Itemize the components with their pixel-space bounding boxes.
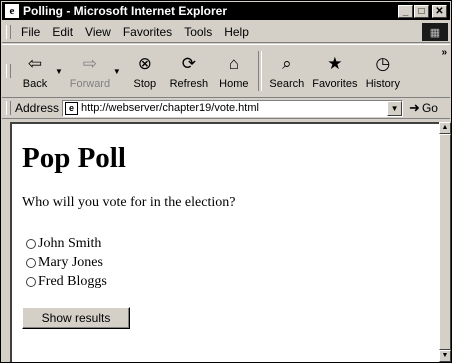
go-button[interactable]: ➜ Go <box>409 100 438 116</box>
address-url[interactable]: http://webserver/chapter19/vote.html <box>81 102 387 114</box>
option-label[interactable]: Mary Jones <box>38 255 103 271</box>
favorites-label: Favorites <box>312 77 358 90</box>
toolbar: ⇦ Back ▼ ⇨ Forward ▼ ⊗ Stop ⟳ Refresh ⌂ … <box>2 44 450 98</box>
home-icon: ⌂ <box>228 53 239 73</box>
favorites-icon: ★ <box>327 53 343 73</box>
poll-question: Who will you vote for in the election? <box>22 195 236 210</box>
option-label[interactable]: Fred Bloggs <box>38 274 107 290</box>
search-label: Search <box>269 77 305 90</box>
page-title: Pop Poll <box>22 142 126 174</box>
refresh-button[interactable]: ⟳ Refresh <box>165 48 213 94</box>
address-dropdown-button[interactable]: ▼ <box>387 100 403 116</box>
menu-favorites[interactable]: Favorites <box>117 25 178 39</box>
back-dropdown-icon[interactable]: ▼ <box>55 67 63 76</box>
history-icon: ◷ <box>375 53 391 73</box>
scroll-thumb[interactable] <box>439 134 451 350</box>
windows-logo-icon: ▦ <box>422 23 448 41</box>
poll-option[interactable]: Fred Bloggs <box>26 272 107 291</box>
poll-option[interactable]: Mary Jones <box>26 253 107 272</box>
go-label: Go <box>421 101 438 115</box>
toolbar-more-icon[interactable]: » <box>441 47 447 58</box>
menu-grip[interactable] <box>6 25 11 39</box>
home-button[interactable]: ⌂ Home <box>213 48 255 94</box>
title-bar: e Polling - Microsoft Internet Explorer … <box>2 2 450 20</box>
page-content: Pop Poll Who will you vote for in the el… <box>10 122 439 362</box>
menu-tools[interactable]: Tools <box>178 25 218 39</box>
browser-window: e Polling - Microsoft Internet Explorer … <box>0 0 452 363</box>
address-field[interactable]: e http://webserver/chapter19/vote.html ▼ <box>62 99 404 117</box>
vertical-scrollbar[interactable]: ▲ ▼ <box>439 122 451 362</box>
forward-label: Forward <box>69 77 111 90</box>
close-button[interactable]: ✕ <box>432 4 447 18</box>
menu-view[interactable]: View <box>79 25 117 39</box>
back-label: Back <box>22 77 48 90</box>
menu-file[interactable]: File <box>15 25 46 39</box>
radio-button[interactable] <box>26 276 36 287</box>
forward-button[interactable]: ⇨ Forward <box>67 48 113 94</box>
address-label: Address <box>15 101 60 115</box>
menu-edit[interactable]: Edit <box>46 25 79 39</box>
stop-icon: ⊗ <box>137 53 152 73</box>
address-grip[interactable] <box>6 101 11 115</box>
option-label[interactable]: John Smith <box>38 236 101 252</box>
maximize-button[interactable]: □ <box>414 4 429 18</box>
back-button[interactable]: ⇦ Back <box>15 48 55 94</box>
forward-dropdown-icon[interactable]: ▼ <box>113 67 121 76</box>
refresh-icon: ⟳ <box>181 53 196 73</box>
stop-label: Stop <box>133 77 157 90</box>
menu-help[interactable]: Help <box>218 25 255 39</box>
radio-button[interactable] <box>26 257 36 268</box>
toolbar-separator <box>257 51 262 91</box>
stop-button[interactable]: ⊗ Stop <box>125 48 165 94</box>
minimize-button[interactable]: _ <box>398 4 413 18</box>
poll-options: John Smith Mary Jones Fred Bloggs <box>26 234 107 291</box>
refresh-label: Refresh <box>169 77 209 90</box>
favorites-button[interactable]: ★ Favorites <box>309 48 361 94</box>
scroll-down-button[interactable]: ▼ <box>439 350 451 362</box>
history-button[interactable]: ◷ History <box>361 48 405 94</box>
window-controls: _ □ ✕ <box>398 4 447 18</box>
go-arrow-icon: ➜ <box>409 100 420 115</box>
search-button[interactable]: ⌕ Search <box>265 48 309 94</box>
arrow-left-icon: ⇦ <box>27 53 43 73</box>
toolbar-grip[interactable] <box>6 64 11 78</box>
window-title: Polling - Microsoft Internet Explorer <box>23 4 228 18</box>
history-label: History <box>365 77 400 90</box>
search-icon: ⌕ <box>282 53 292 73</box>
menu-bar: File Edit View Favorites Tools Help ▦ <box>2 22 450 43</box>
ie-logo-icon: e <box>5 4 19 18</box>
address-bar: Address e http://webserver/chapter19/vot… <box>2 98 450 119</box>
poll-option[interactable]: John Smith <box>26 234 107 253</box>
page-icon: e <box>65 101 79 115</box>
show-results-button[interactable]: Show results <box>22 307 130 329</box>
scroll-up-button[interactable]: ▲ <box>439 122 451 134</box>
arrow-right-icon: ⇨ <box>82 53 98 73</box>
radio-button[interactable] <box>26 238 36 249</box>
home-label: Home <box>219 77 249 90</box>
